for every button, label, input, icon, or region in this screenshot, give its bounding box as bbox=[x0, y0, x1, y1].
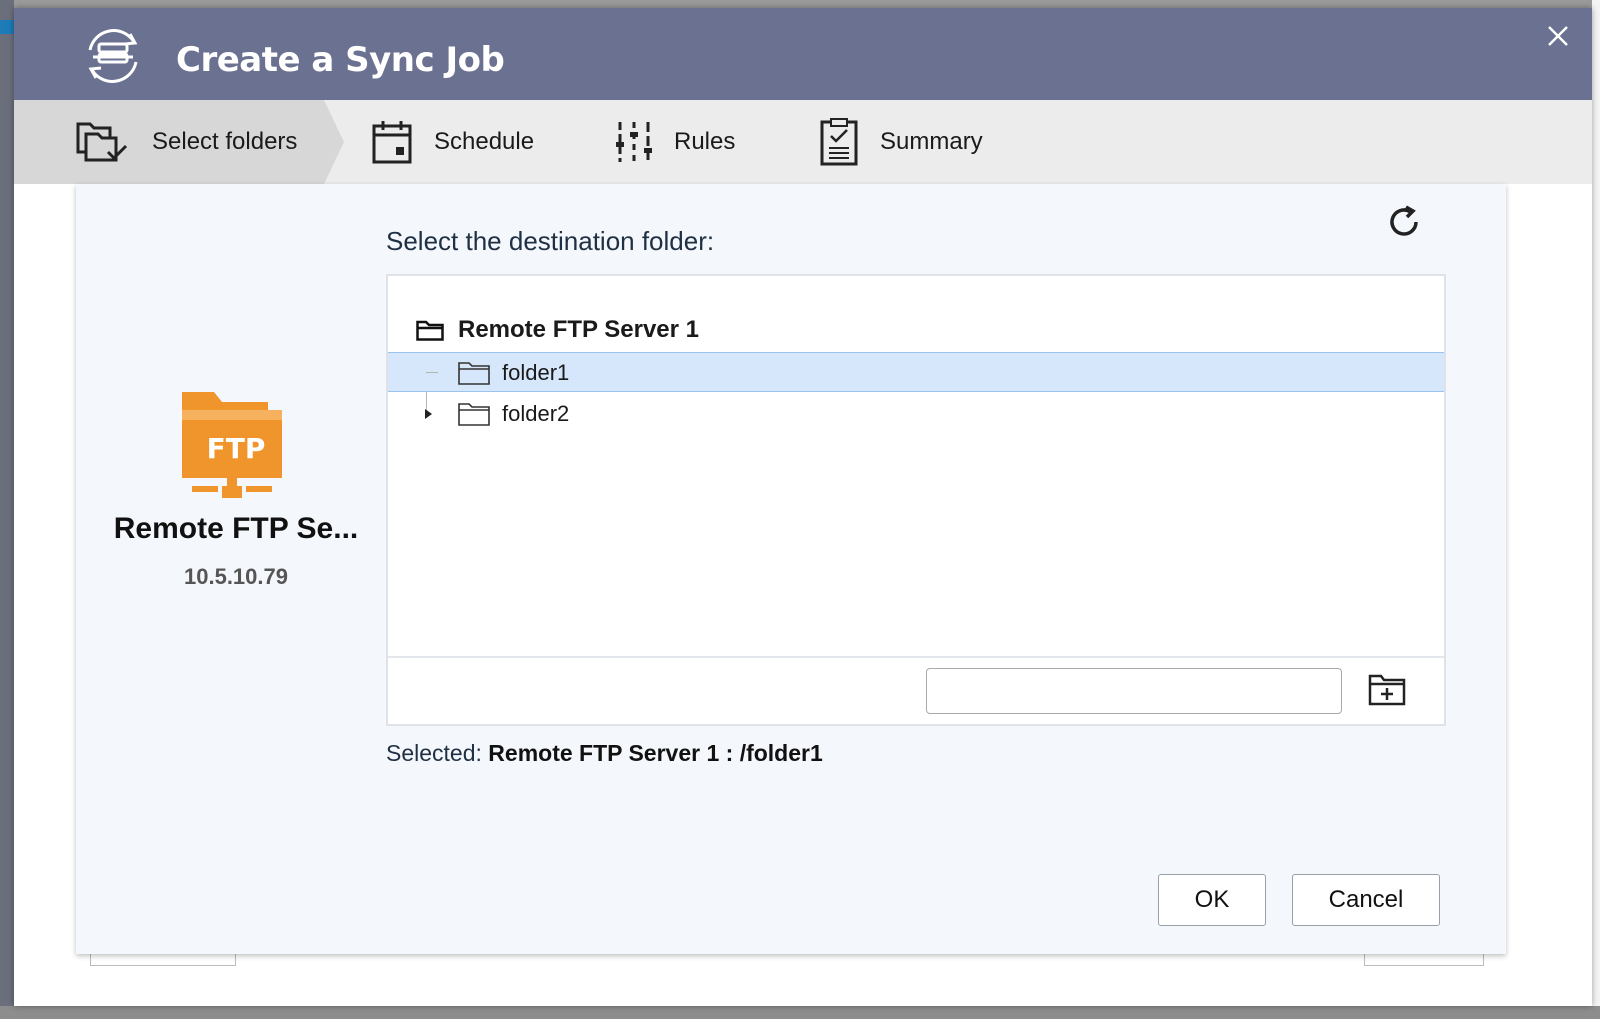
background-window-bottom bbox=[0, 1006, 1600, 1019]
source-server-name: Remote FTP Se... bbox=[113, 512, 359, 545]
tree-item-label: folder2 bbox=[502, 401, 570, 426]
tree-item-folder1[interactable]: folder1 bbox=[388, 352, 1444, 392]
step-schedule[interactable]: Schedule bbox=[372, 100, 534, 184]
refresh-icon[interactable] bbox=[1386, 204, 1422, 240]
tree-item-label: folder1 bbox=[502, 360, 570, 385]
step-summary[interactable]: Summary bbox=[820, 100, 983, 184]
dialog-titlebar: Create a Sync Job bbox=[14, 8, 1592, 100]
new-folder-name-input[interactable] bbox=[926, 668, 1342, 714]
folder-icon bbox=[458, 403, 490, 426]
step-label: Rules bbox=[674, 128, 736, 155]
background-window-right-edge bbox=[1592, 0, 1600, 1019]
folder-selection-panel: FTP Remote FTP Se... 10.5.10.79 Select t… bbox=[76, 184, 1506, 954]
ftp-logo-text: FTP bbox=[207, 432, 266, 465]
selected-path-line: Selected: Remote FTP Server 1 : /folder1 bbox=[386, 740, 823, 767]
calendar-icon bbox=[372, 121, 412, 164]
select-folders-icon bbox=[76, 122, 128, 162]
tree-root-node[interactable]: Remote FTP Server 1 bbox=[416, 316, 699, 344]
ok-button[interactable]: OK bbox=[1158, 874, 1266, 926]
folder-tree: Remote FTP Server 1 folder1 folder2 bbox=[386, 274, 1446, 726]
tree-item-folder2[interactable]: folder2 bbox=[388, 394, 1444, 434]
ftp-server-icon: FTP bbox=[182, 392, 282, 498]
selected-path: Remote FTP Server 1 : /folder1 bbox=[488, 740, 823, 766]
folder-icon bbox=[458, 362, 490, 385]
background-button-edge bbox=[1364, 952, 1484, 966]
background-button-edge bbox=[90, 952, 236, 966]
source-server-ip: 10.5.10.79 bbox=[184, 564, 288, 589]
selected-prefix: Selected: bbox=[386, 740, 489, 766]
dialog-title: Create a Sync Job bbox=[176, 40, 505, 80]
step-select-folders[interactable]: Select folders bbox=[76, 100, 297, 184]
destination-prompt: Select the destination folder: bbox=[386, 226, 715, 256]
clipboard-check-icon bbox=[820, 118, 858, 166]
step-rules[interactable]: Rules bbox=[616, 100, 735, 184]
step-label: Schedule bbox=[434, 128, 535, 155]
sliders-icon bbox=[616, 122, 652, 162]
step-label: Select folders bbox=[152, 128, 298, 155]
sync-job-dialog: Create a Sync Job Select folders Schedul… bbox=[14, 8, 1592, 1006]
close-icon[interactable] bbox=[1544, 22, 1572, 50]
tree-root-label: Remote FTP Server 1 bbox=[458, 316, 699, 343]
step-label: Summary bbox=[880, 128, 983, 155]
wizard-steps: Select folders Schedule Rules Summary bbox=[14, 100, 1592, 184]
cancel-button[interactable]: Cancel bbox=[1292, 874, 1440, 926]
expand-arrow-icon[interactable] bbox=[422, 406, 434, 422]
new-folder-bar bbox=[388, 656, 1444, 724]
new-folder-icon[interactable] bbox=[1368, 672, 1406, 706]
sync-server-icon bbox=[88, 29, 138, 83]
folder-open-icon bbox=[416, 320, 444, 341]
background-window-accent bbox=[0, 20, 14, 34]
background-window-edge bbox=[0, 0, 14, 1019]
tree-connector bbox=[426, 372, 438, 373]
